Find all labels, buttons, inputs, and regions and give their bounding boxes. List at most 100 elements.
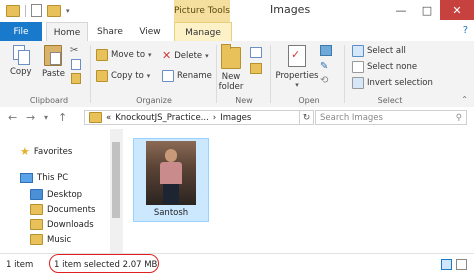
up-arrow-icon[interactable]: ↑ [58,111,67,124]
star-icon: ★ [20,145,30,158]
divider [270,45,271,103]
delete-icon: ✕ [162,49,172,62]
tab-file[interactable]: File [0,22,42,41]
paste-label: Paste [42,69,65,79]
new-folder-label-line1: New [221,72,241,82]
new-folder-icon[interactable] [47,4,61,17]
nav-desktop[interactable]: Desktop [30,189,82,200]
history-icon[interactable]: ⟲ [320,75,328,86]
nav-scrollbar-thumb[interactable] [112,142,120,218]
open-group-label: Open [298,96,320,105]
search-placeholder: Search Images [320,112,383,123]
select-all-icon [352,45,364,57]
recent-locations-icon[interactable]: ▾ [44,113,48,122]
desktop-icon [30,189,43,200]
copy-path-icon[interactable] [71,59,81,70]
tab-share[interactable]: Share [92,22,128,41]
select-all-button[interactable]: Select all [352,45,406,57]
select-all-label: Select all [367,46,406,56]
new-group-label: New [235,96,253,105]
edit-icon[interactable]: ✎ [320,61,328,72]
nav-this-pc[interactable]: This PC [20,173,68,183]
maximize-button[interactable]: □ [414,0,440,20]
paste-button[interactable]: Paste [42,45,65,79]
nav-downloads[interactable]: Downloads [30,219,94,230]
nav-music-label: Music [47,234,72,245]
select-none-button[interactable]: Select none [352,61,417,73]
new-folder-button[interactable]: New folder [218,44,244,92]
nav-favorites-label: Favorites [33,146,73,157]
search-input[interactable]: Search Images ⚲ [315,110,467,125]
copy-to-icon [96,70,108,82]
open-icon[interactable] [320,45,332,56]
folder-icon [89,112,102,123]
help-button[interactable]: ? [463,25,468,36]
new-folder-label-line2: folder [218,82,244,92]
divider [90,45,91,103]
clipboard-group-label: Clipboard [29,96,69,105]
nav-music[interactable]: Music [30,234,71,245]
breadcrumb-knockoutjs[interactable]: KnockoutJS_Practice... [115,113,209,123]
image-thumbnail[interactable] [146,141,196,205]
divider [25,4,26,17]
select-none-icon [352,61,364,73]
picture-tools-header: Picture Tools [174,0,230,22]
computer-icon [20,173,33,183]
chevron-down-icon: ▾ [146,72,151,80]
close-button[interactable]: ✕ [440,0,474,20]
ribbon: Copy Paste ✂ Clipboard Move to ▾ Copy to… [0,41,474,108]
properties-icon[interactable] [31,4,42,17]
breadcrumb-overflow[interactable]: « [106,113,111,123]
collapse-ribbon-icon[interactable]: ⌃ [461,95,468,104]
window-controls: — □ ✕ [388,0,474,20]
minimize-button[interactable]: — [388,0,414,20]
move-to-icon [96,49,108,61]
folder-icon[interactable] [6,4,20,17]
tab-home[interactable]: Home [46,22,88,42]
nav-documents-label: Documents [47,204,96,215]
breadcrumb-separator[interactable]: › [213,113,216,123]
copy-to-label: Copy to [111,71,144,81]
rename-icon [162,70,174,82]
tab-manage[interactable]: Manage [174,22,232,42]
ribbon-tabs: File Home Share View Manage ? [0,22,474,42]
address-bar[interactable]: « KnockoutJS_Practice... › Images [84,110,300,125]
delete-button[interactable]: ✕ Delete ▾ [162,49,209,62]
file-name[interactable]: Santosh [133,208,209,218]
quick-access-toolbar: ▾ [6,4,70,17]
rename-button[interactable]: Rename [162,70,212,82]
paste-icon [44,45,63,66]
invert-selection-button[interactable]: Invert selection [352,77,433,89]
large-icons-view-icon[interactable] [456,259,467,270]
thumbnail-shirt [160,162,182,184]
tab-view[interactable]: View [134,22,166,41]
back-arrow-icon[interactable]: ← [8,111,17,124]
details-view-icon[interactable] [441,259,452,270]
breadcrumb-images[interactable]: Images [220,113,251,123]
nav-desktop-label: Desktop [47,189,83,200]
address-row: ← → ▾ ↑ « KnockoutJS_Practice... › Image… [0,107,474,130]
chevron-down-icon[interactable]: ▾ [66,7,70,15]
invert-selection-icon [352,77,364,89]
properties-button[interactable]: Properties ▾ [276,45,318,89]
cut-icon[interactable]: ✂ [70,45,78,56]
select-group-label: Select [377,96,403,105]
move-to-button[interactable]: Move to ▾ [96,49,152,61]
select-none-label: Select none [367,62,418,72]
easy-access-icon[interactable] [250,63,262,74]
red-highlight-annotation [49,254,159,273]
title-bar: ▾ Picture Tools Images — □ ✕ [0,0,474,22]
nav-documents[interactable]: Documents [30,204,95,215]
new-item-icon[interactable] [250,47,262,58]
copy-button[interactable]: Copy [10,45,32,77]
refresh-button[interactable]: ↻ [300,110,314,125]
thumbnail-person [165,149,177,162]
chevron-down-icon: ▾ [148,51,152,59]
forward-arrow-icon[interactable]: → [26,111,35,124]
nav-favorites[interactable]: ★ Favorites [20,145,72,158]
copy-to-button[interactable]: Copy to ▾ [96,70,150,82]
move-to-label: Move to [111,50,146,60]
documents-icon [30,204,43,215]
paste-shortcut-icon[interactable] [71,73,81,84]
navigation-pane: ★ Favorites This PC Desktop Documents Do… [0,129,122,253]
